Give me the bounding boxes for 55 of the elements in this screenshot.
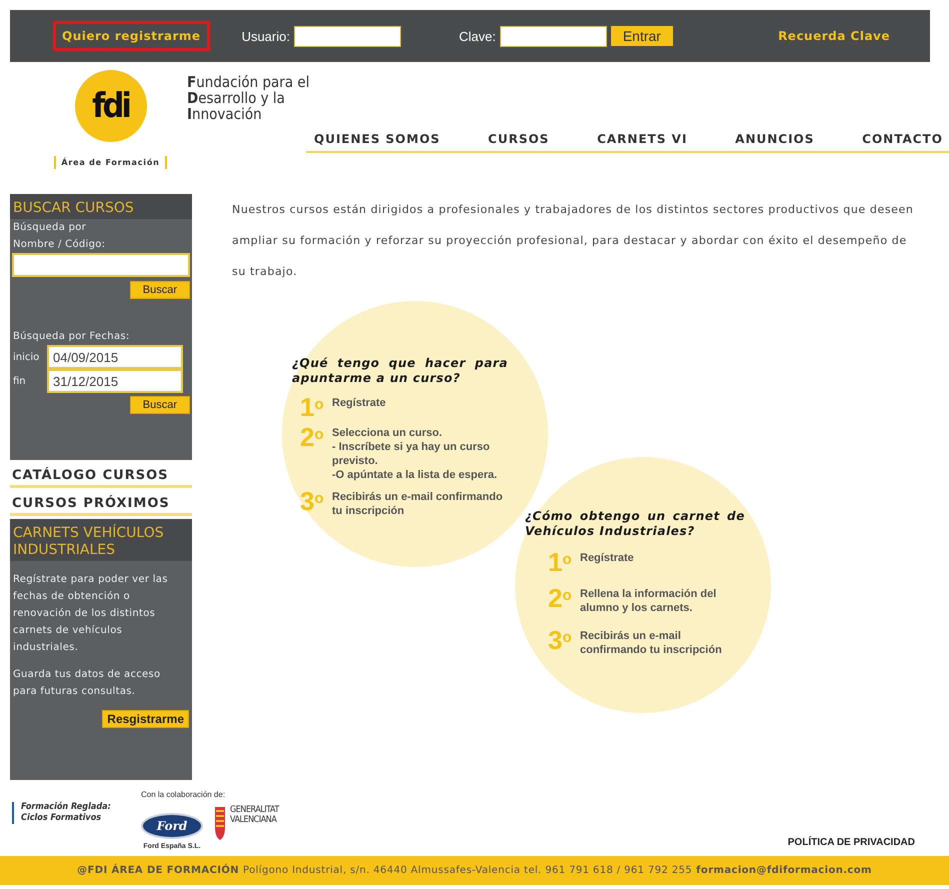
panel-title: BUSCAR CURSOS: [10, 194, 192, 219]
foundation-name: Fundación para el Desarrollo y la Innovación: [187, 74, 310, 122]
logo: fdi: [74, 70, 146, 142]
generalitat-logo: GENERALITAT VALENCIANA: [230, 805, 280, 825]
circle-question: ¿Cómo obtengo un carnet de Vehículos Industriales?: [525, 509, 745, 539]
step-text: Recibirás un e-mail confirmando tu inscripción: [332, 490, 504, 518]
step-number: 2$^{o}$: [300, 426, 325, 454]
step-text: Regístrate: [580, 551, 635, 566]
username-field[interactable]: [294, 26, 401, 46]
nav-link[interactable]: CONTACTO: [862, 132, 943, 146]
step-number: 3$^{o}$: [300, 490, 325, 518]
start-label: inicio: [12, 352, 40, 362]
ford-logo: Ford: [141, 813, 203, 839]
date-search-label: Búsqueda por Fechas:: [12, 330, 131, 344]
step-text: Recibirás un e-mail confirmando tu inscripción: [580, 629, 723, 657]
step-number: 3$^{o}$: [548, 629, 573, 657]
nav-link[interactable]: QUIENES SOMOS: [314, 132, 440, 146]
panel-text: Guarda tus datos de acceso para futuras consultas.: [13, 668, 162, 699]
password-label: Clave:: [458, 28, 496, 44]
end-label: fin: [12, 376, 27, 386]
circle-question: ¿Qué tengo que hacer para apuntarme a un curso?: [292, 356, 508, 386]
privacy-link[interactable]: POLÍTICA DE PRIVACIDAD: [788, 837, 915, 848]
sidebar-link[interactable]: CATÁLOGO CURSOS: [10, 460, 192, 488]
password-field[interactable]: [500, 26, 607, 46]
username-label: Usuario:: [242, 28, 290, 44]
sidebar-link[interactable]: CURSOS PRÓXIMOS: [10, 488, 192, 516]
intro-text: Nuestros cursos están dirigidos a profesionales y trabajadores de los distintos sectores productivos que deseen ampliar su formación y reforzar su proyección profesional, para destacar y abordar con éxito el desempeño de su trabajo.: [232, 202, 914, 280]
remember-password-link[interactable]: Recuerda Clave: [778, 29, 890, 43]
search-button[interactable]: Buscar: [130, 396, 190, 414]
start-date-field[interactable]: 04/09/2015: [47, 345, 183, 369]
regulated-training-label: Formación Reglada: Ciclos Formativos: [12, 802, 111, 824]
collaboration-label: Con la colaboración de:: [141, 790, 226, 799]
name-search-field[interactable]: [12, 253, 190, 277]
address-text: Polígono Industrial, s/n. 46440 Almussafes-Valencia tel. 961 791 618 / 961 792 255: [243, 865, 692, 876]
search-button[interactable]: Buscar: [130, 281, 190, 299]
coat-of-arms-icon: [213, 805, 227, 841]
register-link[interactable]: Quiero registrarme: [53, 21, 210, 51]
nav-link[interactable]: CARNETS VI: [597, 132, 688, 146]
login-button[interactable]: Entrar: [610, 26, 673, 46]
step-number: 1$^{o}$: [300, 396, 325, 418]
panel-text: Regístrate para poder ver las fechas de obtención o renovación de los distintos carnets de vehículos industriales.: [13, 573, 169, 655]
step-number: 2$^{o}$: [548, 587, 573, 615]
register-button[interactable]: Resgistrarme: [102, 710, 189, 728]
nav-link[interactable]: CURSOS: [488, 132, 550, 146]
email-link[interactable]: formacion@fdiformacion.com: [696, 865, 872, 876]
organization-name: @FDI ÁREA DE FORMACIÓN: [77, 865, 240, 876]
logo-subtitle: Área de Formación: [54, 156, 167, 169]
step-number: 1$^{o}$: [548, 551, 573, 573]
step-text: Selecciona un curso. - Inscríbete si ya hay un curso previsto. -O apúntate a la lista de espera.: [332, 426, 498, 482]
step-text: Rellena la información del alumno y los carnets.: [580, 587, 718, 615]
step-text: Regístrate: [332, 396, 387, 411]
nav-link[interactable]: ANUNCIOS: [735, 132, 814, 146]
end-date-field[interactable]: 31/12/2015: [47, 369, 183, 393]
panel-title: CARNETS VEHÍCULOS INDUSTRIALES: [10, 519, 192, 561]
search-label: Búsqueda por Nombre / Código:: [12, 221, 106, 252]
